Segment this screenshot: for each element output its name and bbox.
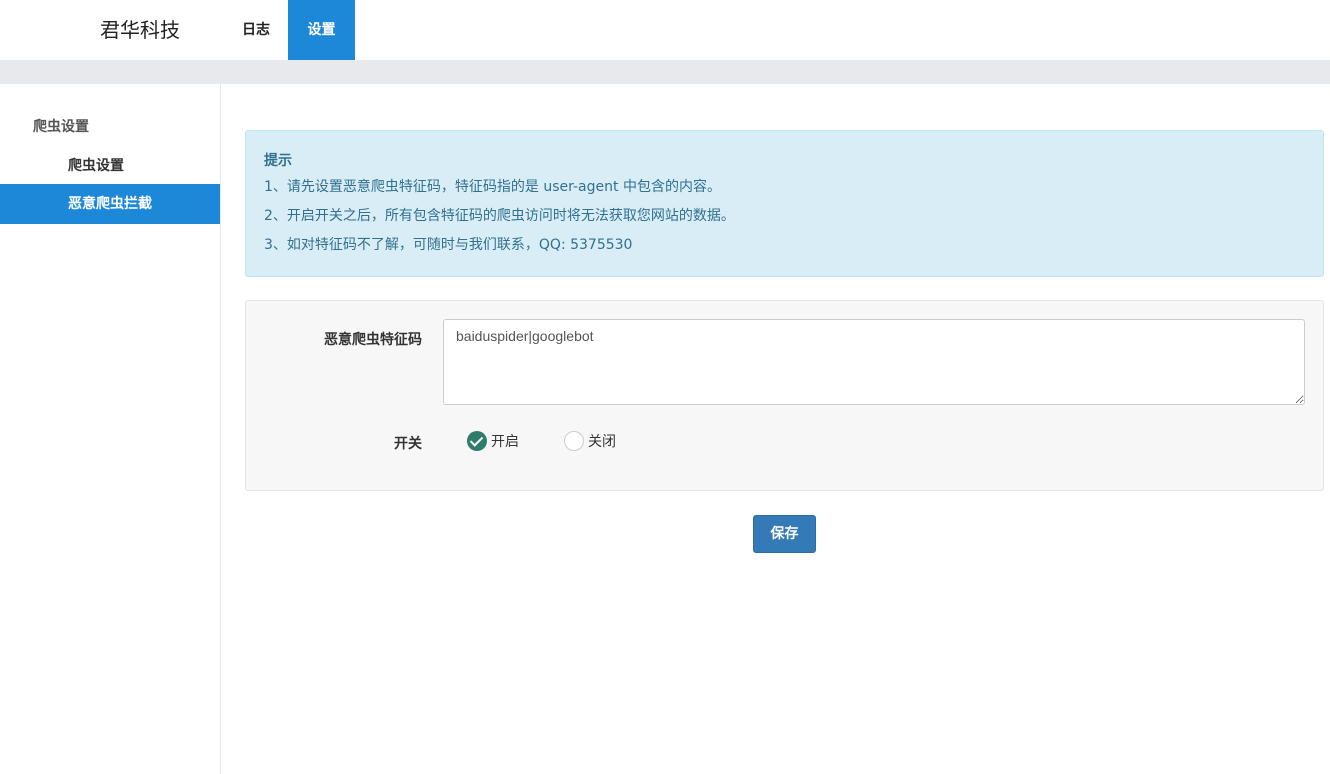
nav-tab-settings[interactable]: 设置 <box>288 0 355 60</box>
header-divider-band <box>0 60 1330 84</box>
switch-on-label: 开启 <box>491 434 519 450</box>
sidebar: 爬虫设置 爬虫设置 恶意爬虫拦截 <box>0 84 221 774</box>
switch-off-label: 关闭 <box>588 434 616 450</box>
alert-title: 提示 <box>264 153 292 169</box>
top-header: 君华科技 日志 设置 <box>0 0 1330 60</box>
sidebar-item-crawler-settings[interactable]: 爬虫设置 <box>0 146 220 186</box>
info-alert: 提示 1、请先设置恶意爬虫特征码，特征码指的是 user-agent 中包含的内… <box>245 130 1324 277</box>
ua-signature-label: 恶意爬虫特征码 <box>324 332 422 348</box>
alert-line-1: 1、请先设置恶意爬虫特征码，特征码指的是 user-agent 中包含的内容。 <box>264 179 721 195</box>
sidebar-item-malicious-crawler-block[interactable]: 恶意爬虫拦截 <box>0 184 220 224</box>
empty-circle-icon <box>564 431 584 451</box>
save-button[interactable]: 保存 <box>753 515 816 553</box>
nav-tab-logs[interactable]: 日志 <box>224 0 288 60</box>
ua-signature-textarea[interactable]: baiduspider|googlebot <box>443 319 1305 405</box>
sidebar-group-title: 爬虫设置 <box>33 119 89 135</box>
brand-logo-text: 君华科技 <box>100 18 180 42</box>
check-circle-icon <box>467 431 487 451</box>
alert-line-2: 2、开启开关之后，所有包含特征码的爬虫访问时将无法获取您网站的数据。 <box>264 208 735 224</box>
alert-line-3: 3、如对特征码不了解，可随时与我们联系，QQ: 5375530 <box>264 237 633 253</box>
switch-off-radio[interactable]: 关闭 <box>564 430 616 452</box>
switch-on-radio[interactable]: 开启 <box>467 430 519 452</box>
switch-label: 开关 <box>394 436 422 452</box>
settings-form-panel: 恶意爬虫特征码 baiduspider|googlebot 开关 开启 关闭 <box>245 300 1324 491</box>
